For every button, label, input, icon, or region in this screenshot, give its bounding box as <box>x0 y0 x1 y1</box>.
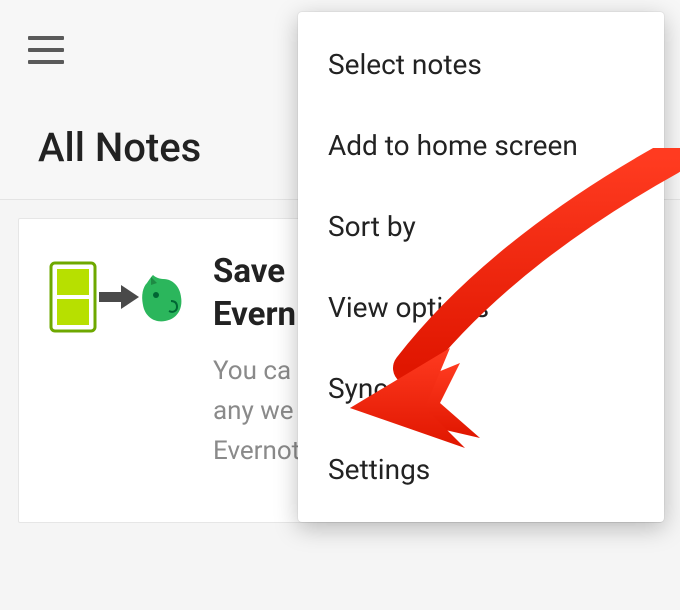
card-text-line: any we <box>213 396 294 426</box>
menu-item-select-notes[interactable]: Select notes <box>298 24 664 105</box>
card-body: Save Evern You ca any we Evernot <box>213 251 300 472</box>
menu-item-view-options[interactable]: View options <box>298 267 664 348</box>
menu-item-sync[interactable]: Sync <box>298 348 664 429</box>
overflow-menu: Select notes Add to home screen Sort by … <box>298 12 664 522</box>
menu-item-settings[interactable]: Settings <box>298 429 664 510</box>
card-text: You ca any we Evernot <box>213 351 300 472</box>
hamburger-icon[interactable] <box>28 36 64 64</box>
card-title-line: Evern <box>213 295 296 334</box>
card-title-line: Save <box>213 252 285 291</box>
card-text-line: Evernot <box>213 436 300 466</box>
menu-item-sort-by[interactable]: Sort by <box>298 186 664 267</box>
menu-item-add-to-home-screen[interactable]: Add to home screen <box>298 105 664 186</box>
card-text-line: You ca <box>213 356 291 386</box>
card-title: Save Evern <box>213 251 300 337</box>
save-to-evernote-icon <box>47 257 187 337</box>
